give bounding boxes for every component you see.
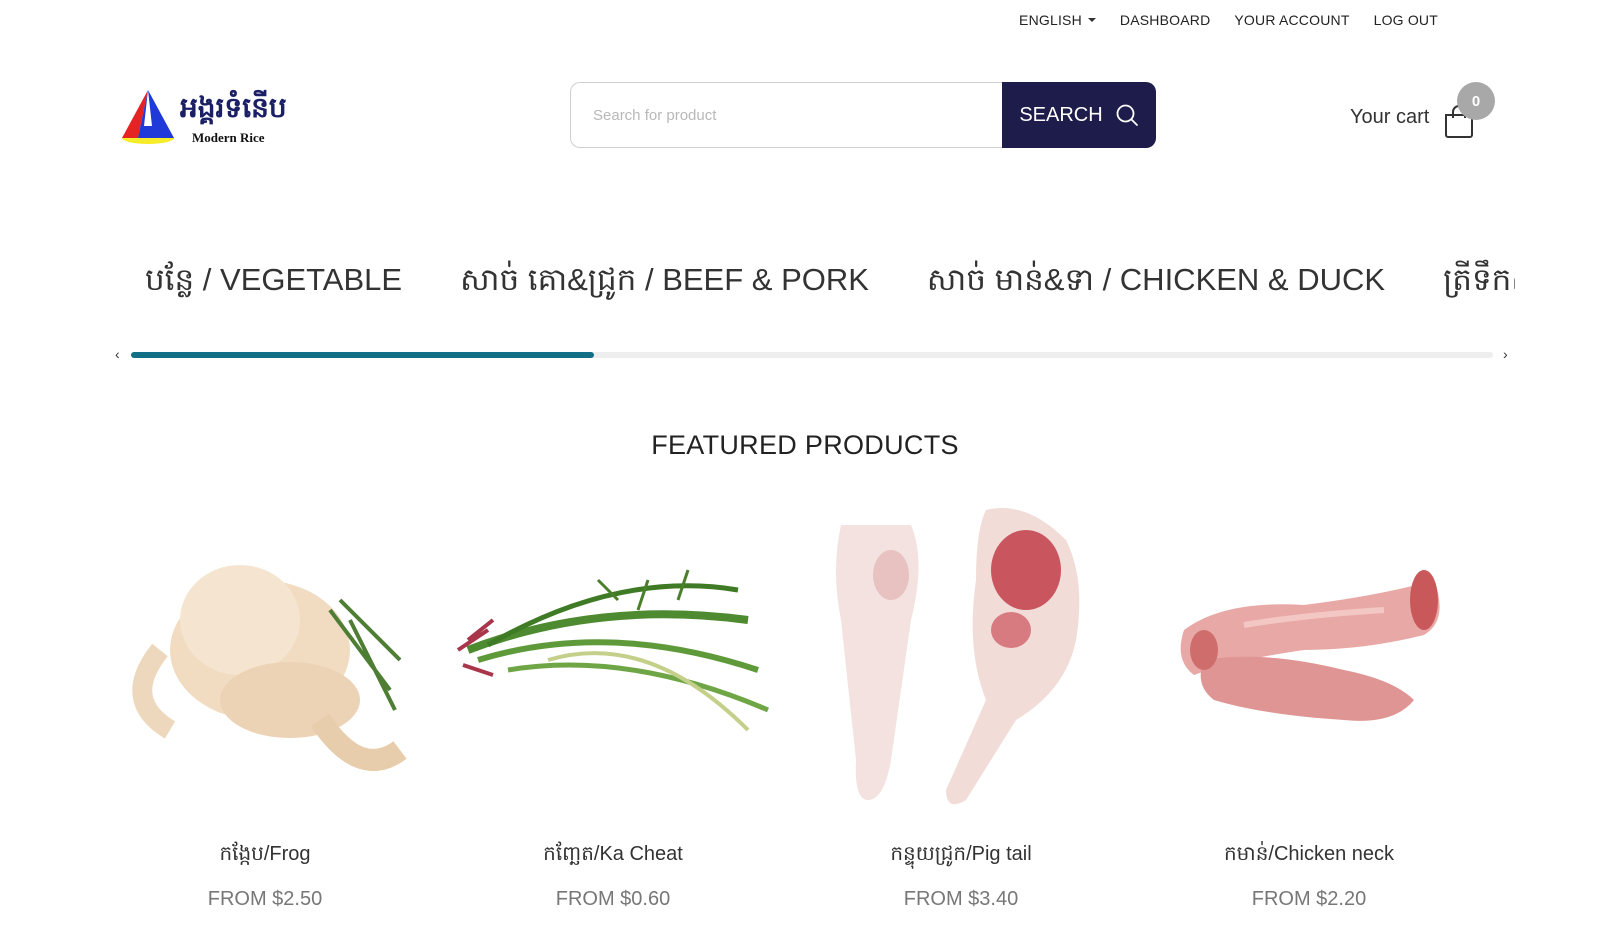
- search-icon: [1116, 104, 1138, 126]
- cart-label: Your cart: [1350, 106, 1430, 128]
- product-image-ka-cheat[interactable]: [448, 500, 778, 820]
- category-scrollbar[interactable]: ‹ ›: [115, 346, 1515, 362]
- scroll-left-icon[interactable]: ‹: [115, 346, 120, 362]
- product-image-chicken-neck[interactable]: [1144, 500, 1474, 820]
- featured-products-title: FEATURED PRODUCTS: [651, 430, 959, 460]
- search-form: SEARCH: [570, 82, 1158, 148]
- caret-down-icon: [1087, 18, 1096, 22]
- product-price: FROM $0.60: [555, 888, 671, 910]
- product-price: FROM $3.40: [903, 888, 1019, 910]
- product-price: FROM $2.20: [1251, 888, 1367, 910]
- product-card[interactable]: កមាន់/Chicken neck FROM $2.20: [1144, 500, 1474, 911]
- category-link[interactable]: សាច់ មាន់&ទា / CHICKEN & DUCK: [927, 250, 1385, 310]
- site-logo[interactable]: អង្គរទំនើប Modern Rice: [118, 86, 298, 150]
- search-button[interactable]: SEARCH: [1002, 82, 1156, 148]
- product-card[interactable]: កញ្ឆែត/Ka Cheat FROM $0.60: [448, 500, 778, 911]
- product-name[interactable]: កមាន់/Chicken neck: [1144, 840, 1474, 870]
- your-account-link[interactable]: YOUR ACCOUNT: [1234, 12, 1349, 28]
- product-name[interactable]: កន្ទុយជ្រូក/Pig tail: [796, 840, 1126, 870]
- cart-button[interactable]: Your cart 0: [1350, 82, 1500, 142]
- search-input[interactable]: [570, 82, 1002, 148]
- language-label: ENGLISH: [1019, 12, 1082, 28]
- search-button-label: SEARCH: [1019, 103, 1103, 126]
- product-name[interactable]: កញ្ឆែត/Ka Cheat: [448, 840, 778, 870]
- product-grid: កង្កែប/Frog FROM $2.50 កញ្ឆែត/Ka Cheat F…: [100, 500, 1510, 920]
- category-link[interactable]: បន្លែ / VEGETABLE: [145, 250, 402, 310]
- scroll-track[interactable]: [131, 352, 1493, 358]
- scroll-right-icon[interactable]: ›: [1503, 346, 1508, 362]
- logo-khmer-text: អង្គរទំនើប: [180, 91, 287, 124]
- scroll-thumb[interactable]: [131, 352, 595, 358]
- product-image-frog[interactable]: [100, 500, 430, 820]
- product-card[interactable]: កង្កែប/Frog FROM $2.50: [100, 500, 430, 911]
- category-track: បន្លែ / VEGETABLE សាច់ គោ&ជ្រូក / BEEF & …: [115, 250, 1515, 310]
- logo-mark-icon: [122, 90, 174, 144]
- product-name[interactable]: កង្កែប/Frog: [100, 840, 430, 870]
- language-dropdown[interactable]: ENGLISH: [1019, 12, 1096, 28]
- category-carousel: បន្លែ / VEGETABLE សាច់ គោ&ជ្រូក / BEEF & …: [115, 250, 1515, 310]
- dashboard-link[interactable]: DASHBOARD: [1120, 12, 1210, 28]
- category-link[interactable]: ត្រីទឹកសាប: [1443, 250, 1515, 310]
- product-card[interactable]: កន្ទុយជ្រូក/Pig tail FROM $3.40: [796, 500, 1126, 911]
- top-nav: ENGLISH DASHBOARD YOUR ACCOUNT LOG OUT: [995, 12, 1438, 28]
- product-price: FROM $2.50: [207, 888, 323, 910]
- product-image-pig-tail[interactable]: [796, 500, 1126, 820]
- category-link[interactable]: សាច់ គោ&ជ្រូក / BEEF & PORK: [460, 250, 869, 310]
- logout-link[interactable]: LOG OUT: [1374, 12, 1438, 28]
- logo-english-text: Modern Rice: [192, 130, 265, 145]
- cart-count-badge: 0: [1457, 82, 1495, 120]
